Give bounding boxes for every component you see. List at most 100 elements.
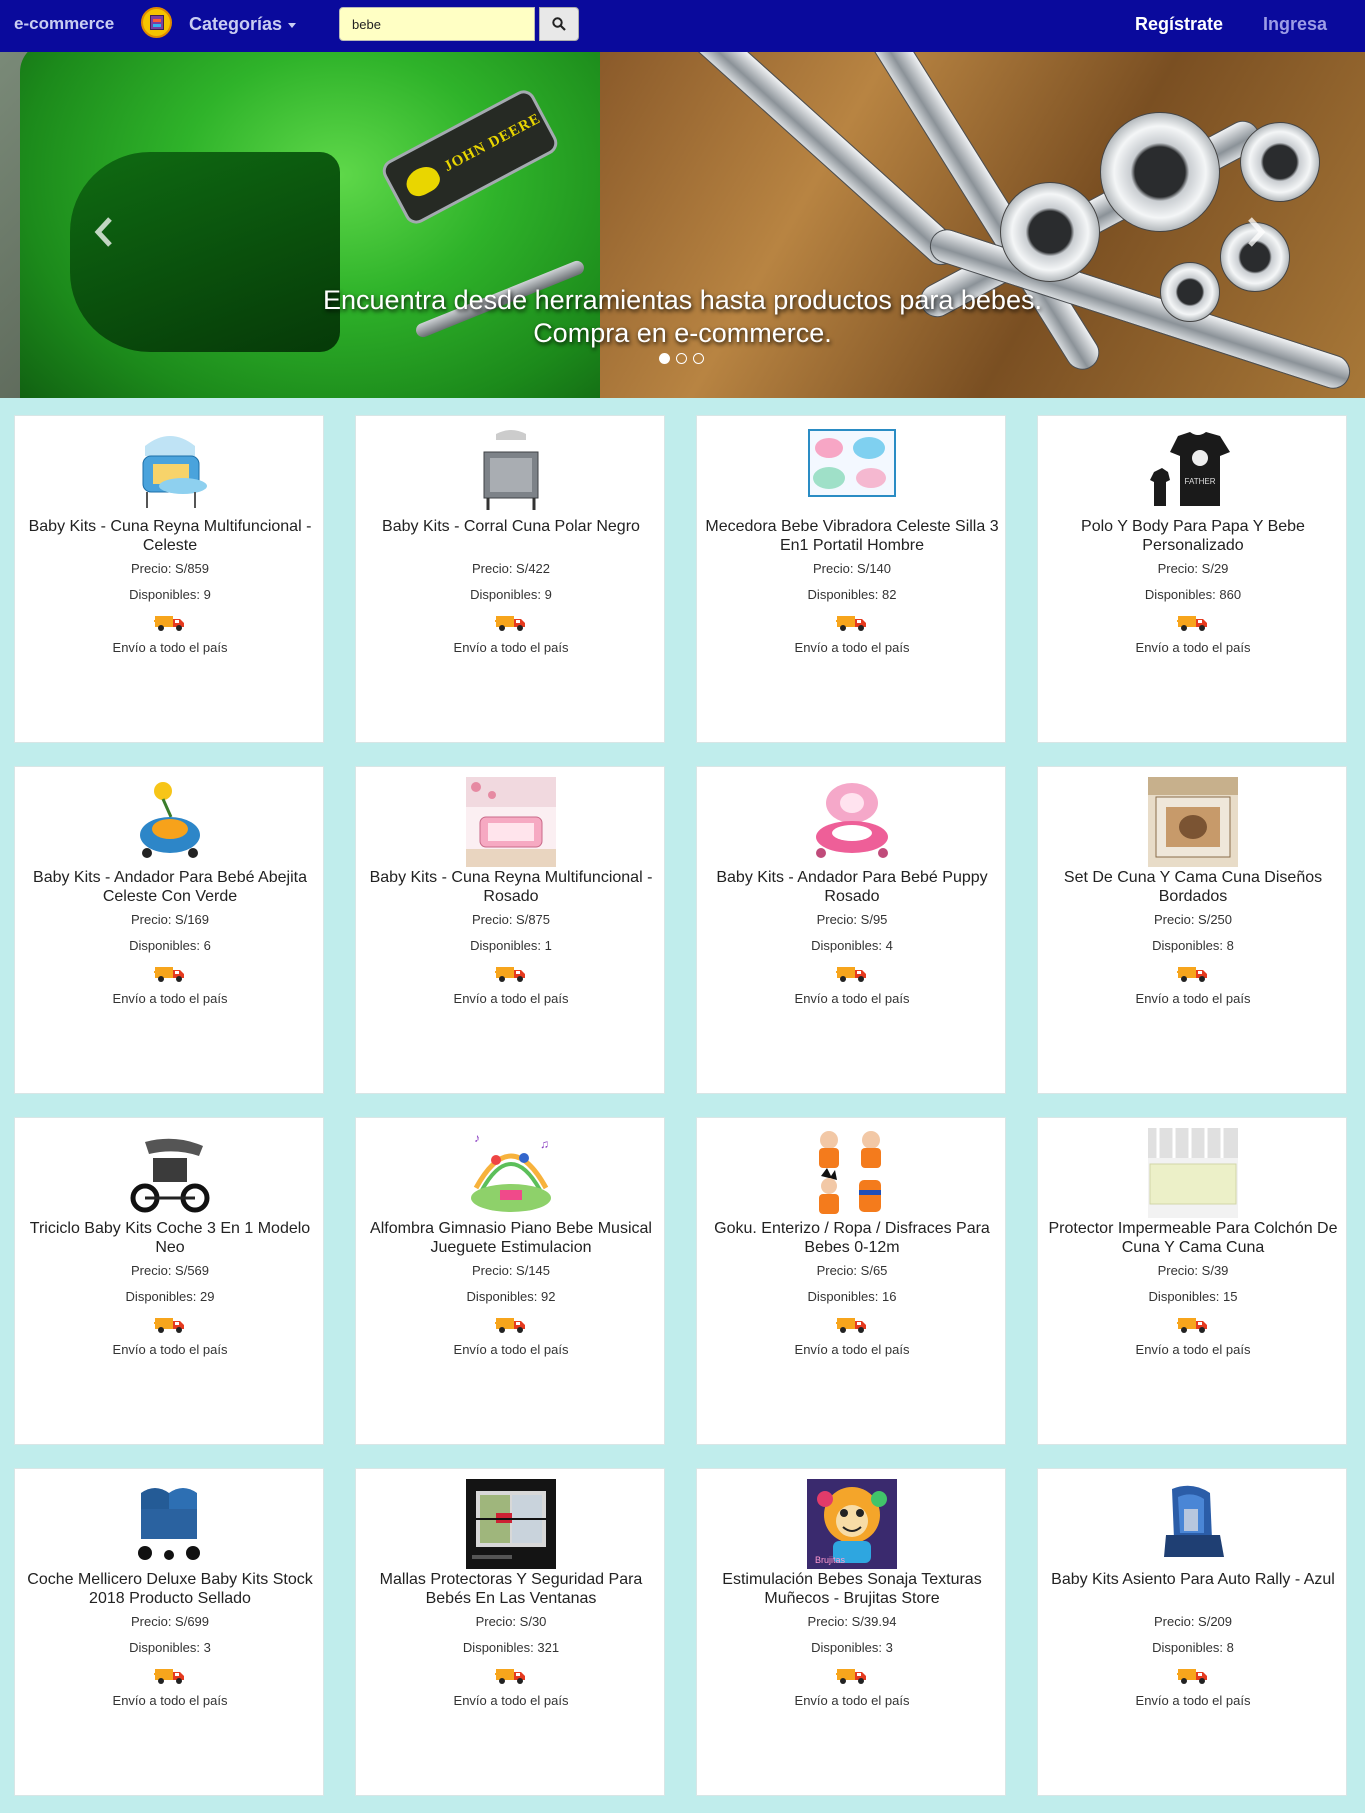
product-title[interactable]: Goku. Enterizo / Ropa / Disfraces Para B…	[703, 1219, 1001, 1257]
stock-value: 8	[1226, 1640, 1234, 1655]
product-card[interactable]: Baby Kits - Andador Para Bebé Abejita Ce…	[14, 766, 324, 1094]
product-title[interactable]: Alfombra Gimnasio Piano Bebe Musical Jue…	[362, 1219, 660, 1257]
product-thumbnail[interactable]	[807, 777, 897, 867]
product-title[interactable]: Baby Kits - Cuna Reyna Multifuncional - …	[21, 517, 319, 555]
stock-value: 321	[537, 1640, 560, 1655]
shipping-truck-icon	[491, 1314, 527, 1334]
stock-prefix: Disponibles:	[811, 1640, 886, 1655]
product-thumbnail[interactable]	[1148, 777, 1238, 867]
price-prefix: Precio: S/	[471, 561, 529, 576]
product-thumbnail[interactable]	[125, 1128, 215, 1218]
stock-prefix: Disponibles:	[470, 938, 545, 953]
stock-prefix: Disponibles:	[470, 587, 545, 602]
search-button[interactable]	[539, 7, 579, 41]
stock-value: 9	[203, 587, 211, 602]
product-card[interactable]: Baby Kits Asiento Para Auto Rally - Azul…	[1037, 1468, 1347, 1796]
carousel-dot-3[interactable]	[693, 353, 704, 364]
product-price: Precio: S/29	[1038, 561, 1348, 576]
product-card[interactable]: Brujitas Estimulación Bebes Sonaja Textur…	[696, 1468, 1006, 1796]
product-card[interactable]: Baby Kits - Andador Para Bebé Puppy Rosa…	[696, 766, 1006, 1094]
product-card[interactable]: Mecedora Bebe Vibradora Celeste Silla 3 …	[696, 415, 1006, 743]
shipping-truck-icon	[832, 1665, 868, 1685]
price-value: 875	[528, 912, 551, 927]
price-value: 699	[187, 1614, 210, 1629]
carousel-dot-1[interactable]	[659, 353, 670, 364]
product-price: Precio: S/145	[356, 1263, 666, 1278]
product-card[interactable]: Baby Kits - Cuna Reyna Multifuncional - …	[355, 766, 665, 1094]
product-title[interactable]: Mecedora Bebe Vibradora Celeste Silla 3 …	[703, 517, 1001, 555]
product-title[interactable]: Baby Kits - Andador Para Bebé Abejita Ce…	[21, 868, 319, 906]
product-title[interactable]: Coche Mellicero Deluxe Baby Kits Stock 2…	[21, 1570, 319, 1608]
product-thumbnail[interactable]	[125, 1479, 215, 1569]
stock-prefix: Disponibles:	[466, 1289, 541, 1304]
carousel-dot-2[interactable]	[676, 353, 687, 364]
product-card[interactable]: Baby Kits - Cuna Reyna Multifuncional - …	[14, 415, 324, 743]
carousel-next-arrow[interactable]	[1246, 216, 1266, 248]
stock-prefix: Disponibles:	[129, 938, 204, 953]
search-input[interactable]	[339, 7, 535, 41]
product-price: Precio: S/422	[356, 561, 666, 576]
brand-name[interactable]: e-commerce	[14, 14, 114, 34]
shipping-label: Envío a todo el país	[794, 991, 910, 1006]
product-thumbnail[interactable]	[125, 777, 215, 867]
svg-text:Brujitas: Brujitas	[815, 1555, 846, 1565]
product-title[interactable]: Mallas Protectoras Y Seguridad Para Bebé…	[362, 1570, 660, 1608]
shipping-truck-icon	[150, 1665, 186, 1685]
navbar: e-commerce Categorías Regístrate Ingresa	[0, 0, 1365, 52]
product-thumbnail[interactable]	[125, 426, 215, 516]
product-thumbnail[interactable]	[466, 426, 556, 516]
product-card[interactable]: ♪ ♫ Alfombra Gimnasio Piano Bebe Musical J…	[355, 1117, 665, 1445]
stock-value: 16	[881, 1289, 897, 1304]
stock-prefix: Disponibles:	[1144, 587, 1220, 602]
product-stock: Disponibles: 3	[15, 1640, 325, 1655]
price-prefix: Precio: S/	[130, 1614, 188, 1629]
product-title[interactable]: Baby Kits - Corral Cuna Polar Negro	[362, 517, 660, 536]
stock-prefix: Disponibles:	[1152, 1640, 1227, 1655]
login-link[interactable]: Ingresa	[1263, 14, 1327, 35]
product-price: Precio: S/875	[356, 912, 666, 927]
product-thumbnail[interactable]	[1148, 1479, 1238, 1569]
hero-caption: Encuentra desde herramientas hasta produ…	[0, 284, 1365, 350]
stock-value: 4	[885, 938, 893, 953]
product-card[interactable]: Goku. Enterizo / Ropa / Disfraces Para B…	[696, 1117, 1006, 1445]
stock-value: 3	[203, 1640, 211, 1655]
product-title[interactable]: Baby Kits - Andador Para Bebé Puppy Rosa…	[703, 868, 1001, 906]
product-title[interactable]: Baby Kits Asiento Para Auto Rally - Azul	[1044, 1570, 1342, 1589]
product-thumbnail[interactable]	[466, 1479, 556, 1569]
caret-down-icon	[288, 22, 297, 28]
product-price: Precio: S/250	[1038, 912, 1348, 927]
product-stock: Disponibles: 29	[15, 1289, 325, 1304]
product-card[interactable]: Coche Mellicero Deluxe Baby Kits Stock 2…	[14, 1468, 324, 1796]
store-logo-icon[interactable]	[141, 7, 172, 38]
product-price: Precio: S/859	[15, 561, 325, 576]
product-title[interactable]: Set De Cuna Y Cama Cuna Diseños Bordados	[1044, 868, 1342, 906]
product-title[interactable]: Protector Impermeable Para Colchón De Cu…	[1044, 1219, 1342, 1257]
product-thumbnail[interactable]	[807, 426, 897, 516]
product-title[interactable]: Baby Kits - Cuna Reyna Multifuncional - …	[362, 868, 660, 906]
product-thumbnail[interactable]: ♪ ♫	[466, 1128, 556, 1218]
price-prefix: Precio: S/	[816, 912, 873, 927]
product-grid: Baby Kits - Cuna Reyna Multifuncional - …	[14, 415, 1350, 1805]
shipping-label: Envío a todo el país	[453, 1342, 569, 1357]
stock-prefix: Disponibles:	[811, 938, 886, 953]
product-card[interactable]: Baby Kits - Corral Cuna Polar Negro Preci…	[355, 415, 665, 743]
product-thumbnail[interactable]	[1148, 1128, 1238, 1218]
product-card[interactable]: Protector Impermeable Para Colchón De Cu…	[1037, 1117, 1347, 1445]
product-title[interactable]: Estimulación Bebes Sonaja Texturas Muñec…	[703, 1570, 1001, 1608]
product-card[interactable]: Mallas Protectoras Y Seguridad Para Bebé…	[355, 1468, 665, 1796]
product-card[interactable]: FATHER Polo Y Body Para Papa Y Bebe Perso…	[1037, 415, 1347, 743]
price-prefix: Precio: S/	[816, 1263, 873, 1278]
product-title[interactable]: Polo Y Body Para Papa Y Bebe Personaliza…	[1044, 517, 1342, 555]
product-price: Precio: S/95	[697, 912, 1007, 927]
shipping-truck-icon	[1173, 963, 1209, 983]
product-thumbnail[interactable]	[466, 777, 556, 867]
product-title[interactable]: Triciclo Baby Kits Coche 3 En 1 Modelo N…	[21, 1219, 319, 1257]
product-card[interactable]: Set De Cuna Y Cama Cuna Diseños Bordados…	[1037, 766, 1347, 1094]
register-link[interactable]: Regístrate	[1135, 14, 1223, 35]
categories-dropdown[interactable]: Categorías	[189, 14, 297, 35]
product-thumbnail[interactable]: Brujitas	[807, 1479, 897, 1569]
product-thumbnail[interactable]	[807, 1128, 897, 1218]
shipping-truck-icon	[150, 963, 186, 983]
product-thumbnail[interactable]: FATHER	[1148, 426, 1238, 516]
product-card[interactable]: Triciclo Baby Kits Coche 3 En 1 Modelo N…	[14, 1117, 324, 1445]
